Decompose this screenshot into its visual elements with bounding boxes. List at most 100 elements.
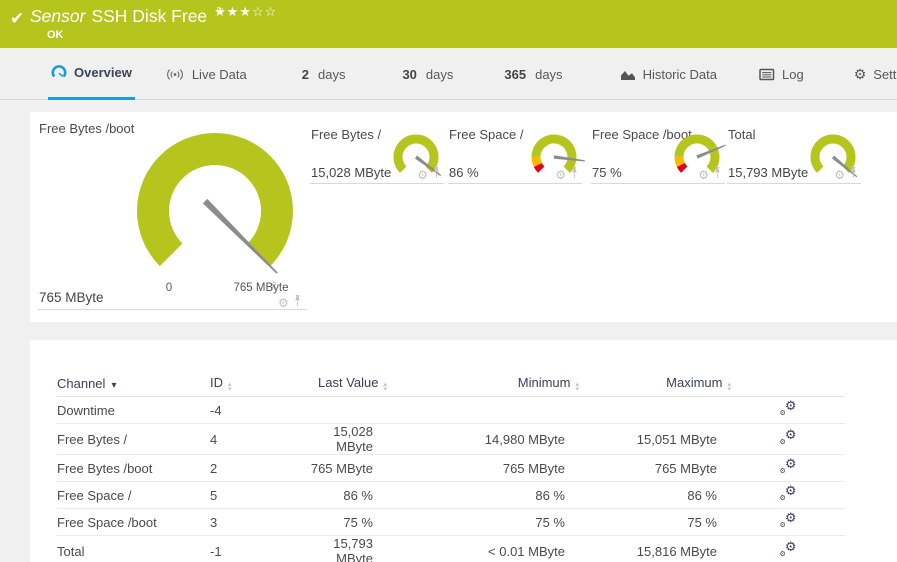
column-header-actions bbox=[731, 370, 845, 397]
table-header-row: Channel ▾ ID ▴ ▾ Last Value ▴ ▾ Minimum ▴ ▾ Max… bbox=[57, 370, 845, 397]
gauge-title: Free Bytes / bbox=[311, 127, 382, 142]
log-list-icon bbox=[759, 68, 775, 81]
settings-gear-icon: ⚙ bbox=[853, 65, 867, 82]
tab-label: days bbox=[535, 66, 563, 82]
channel-cell: Downtime bbox=[57, 396, 210, 424]
channel-settings-icon[interactable]: ⚙ ⚙ bbox=[780, 511, 797, 530]
sensor-name: SSH Disk Free bbox=[91, 6, 208, 26]
table-row-free-bytes-root: Free Bytes / 4 15,028 MByte 14,980 MByte… bbox=[57, 423, 845, 455]
minimum-cell: 86 % bbox=[387, 481, 579, 509]
table-row-free-space-root: Free Space / 5 86 % 86 % 86 % ⚙ ⚙ bbox=[57, 481, 845, 509]
sort-icon[interactable]: ▴ ▾ bbox=[228, 381, 232, 393]
last-value-cell: 75 % bbox=[302, 508, 387, 536]
column-header-id[interactable]: ID ▴ ▾ bbox=[210, 370, 302, 397]
gauge-value: 86 % bbox=[449, 165, 479, 180]
tab-2-days[interactable]: 2 days bbox=[299, 48, 349, 100]
maximum-cell: 765 MByte bbox=[579, 454, 731, 482]
channel-cell: Total bbox=[57, 535, 210, 562]
last-value-cell: 86 % bbox=[302, 481, 387, 509]
channel-table-panel: Channel ▾ ID ▴ ▾ Last Value ▴ ▾ Minimum ▴ ▾ Max… bbox=[30, 340, 897, 562]
status-badge: OK bbox=[47, 29, 64, 41]
table-row-free-space-boot: Free Space /boot 3 75 % 75 % 75 % ⚙ ⚙ bbox=[57, 508, 845, 536]
prtg-sensor-page: ✔ Sensor SSH Disk Free ⚐ ★★★☆☆ OK Overvi… bbox=[0, 0, 897, 562]
tab-log[interactable]: Log bbox=[756, 48, 807, 100]
gauge-tools: ⚙ bbox=[834, 167, 858, 181]
gear-icon[interactable]: ⚙ bbox=[417, 169, 428, 181]
tab-label: Live Data bbox=[191, 66, 247, 82]
gauge-scale-min: 0 bbox=[165, 282, 173, 294]
sort-desc-icon[interactable]: ▾ bbox=[111, 380, 116, 391]
pin-icon[interactable] bbox=[713, 167, 722, 181]
gear-icon[interactable]: ⚙ bbox=[698, 169, 709, 181]
tab-historic-data[interactable]: Historic Data bbox=[617, 48, 720, 100]
secondary-gauges: Free Bytes / 15,028 MByte ⚙ Free Space / bbox=[310, 127, 861, 184]
id-cell: -4 bbox=[210, 396, 302, 424]
tab-365-days[interactable]: 365 days bbox=[501, 48, 565, 100]
channel-settings-icon[interactable]: ⚙ ⚙ bbox=[780, 457, 797, 476]
channel-settings-icon[interactable]: ⚙ ⚙ bbox=[780, 428, 797, 447]
gauge-scale-max: 765 MByte bbox=[233, 282, 289, 294]
sort-icon[interactable]: ▴ ▾ bbox=[383, 381, 387, 393]
gear-icon[interactable]: ⚙ bbox=[555, 169, 566, 181]
gauge-block-free-bytes-root: Free Bytes / 15,028 MByte ⚙ bbox=[310, 127, 444, 184]
pin-icon[interactable] bbox=[432, 167, 441, 181]
channel-settings-icon[interactable]: ⚙ ⚙ bbox=[780, 484, 797, 503]
gauge-value: 15,028 MByte bbox=[311, 165, 392, 180]
pin-icon[interactable] bbox=[849, 167, 858, 181]
gear-icon[interactable]: ⚙ bbox=[834, 169, 845, 181]
channel-settings-icon[interactable]: ⚙ ⚙ bbox=[780, 399, 797, 418]
area-chart-icon bbox=[620, 68, 636, 81]
maximum-cell: 15,051 MByte bbox=[579, 423, 731, 455]
tab-live-data[interactable]: Live Data bbox=[162, 48, 250, 100]
priority-stars[interactable]: ★★★☆☆ bbox=[214, 4, 277, 20]
gauge-value: 75 % bbox=[592, 165, 622, 180]
channel-settings-icon[interactable]: ⚙ ⚙ bbox=[780, 540, 797, 559]
gauges-panel: Free Bytes /boot x̄ 0 765 MByte 765 MByt… bbox=[30, 112, 897, 322]
column-header-maximum[interactable]: Maximum ▴ ▾ bbox=[579, 370, 731, 397]
column-header-last-value[interactable]: Last Value ▴ ▾ bbox=[302, 370, 387, 397]
maximum-cell bbox=[579, 396, 731, 424]
channel-cell: Free Space / bbox=[57, 481, 210, 509]
pin-icon[interactable] bbox=[293, 295, 302, 309]
maximum-cell: 86 % bbox=[579, 481, 731, 509]
gear-icon[interactable]: ⚙ bbox=[278, 297, 289, 309]
gauge-block-free-space-boot: Free Space /boot 75 % ⚙ bbox=[591, 127, 726, 184]
tab-number: 30 bbox=[402, 66, 417, 82]
minimum-cell: < 0.01 MByte bbox=[387, 535, 579, 562]
sort-icon[interactable]: ▴ ▾ bbox=[727, 381, 731, 393]
tab-label: Log bbox=[781, 66, 804, 82]
pin-icon[interactable] bbox=[570, 167, 579, 181]
last-value-cell bbox=[302, 396, 387, 424]
sort-icon[interactable]: ▴ ▾ bbox=[575, 381, 579, 393]
gauge-arc bbox=[137, 133, 293, 267]
gauge-tools: ⚙ bbox=[417, 167, 441, 181]
id-cell: -1 bbox=[210, 535, 302, 562]
column-header-channel[interactable]: Channel ▾ bbox=[57, 370, 210, 397]
tab-overview[interactable]: Overview bbox=[48, 48, 135, 100]
last-value-cell: 765 MByte bbox=[302, 454, 387, 482]
last-value-cell: 15,028 MByte bbox=[302, 423, 387, 455]
minimum-cell: 75 % bbox=[387, 508, 579, 536]
primary-gauge-value: 765 MByte bbox=[39, 290, 104, 305]
minimum-cell: 14,980 MByte bbox=[387, 423, 579, 455]
tab-30-days[interactable]: 30 days bbox=[399, 48, 456, 100]
channel-cell: Free Bytes /boot bbox=[57, 454, 210, 482]
divider bbox=[38, 309, 307, 310]
id-cell: 3 bbox=[210, 508, 302, 536]
channel-cell: Free Bytes / bbox=[57, 423, 210, 455]
gauge-tools: ⚙ bbox=[278, 295, 302, 309]
tab-label: days bbox=[317, 66, 346, 82]
table-row-downtime: Downtime -4 ⚙ ⚙ bbox=[57, 396, 845, 424]
column-header-minimum[interactable]: Minimum ▴ ▾ bbox=[387, 370, 579, 397]
live-signal-icon bbox=[165, 68, 185, 81]
gauge-block-free-space-root: Free Space / 86 % ⚙ bbox=[448, 127, 585, 184]
gauge-title: Total bbox=[728, 127, 756, 142]
page-title: Sensor SSH Disk Free ⚐ bbox=[30, 6, 225, 27]
tab-settings[interactable]: ⚙ Settings bbox=[851, 48, 897, 100]
id-cell: 4 bbox=[210, 423, 302, 455]
gauge-block-total: Total 15,793 MByte ⚙ bbox=[727, 127, 861, 184]
sensor-header: ✔ Sensor SSH Disk Free ⚐ ★★★☆☆ OK bbox=[0, 0, 897, 48]
gauge-title: Free Space / bbox=[449, 127, 524, 142]
channel-cell: Free Space /boot bbox=[57, 508, 210, 536]
id-cell: 5 bbox=[210, 481, 302, 509]
